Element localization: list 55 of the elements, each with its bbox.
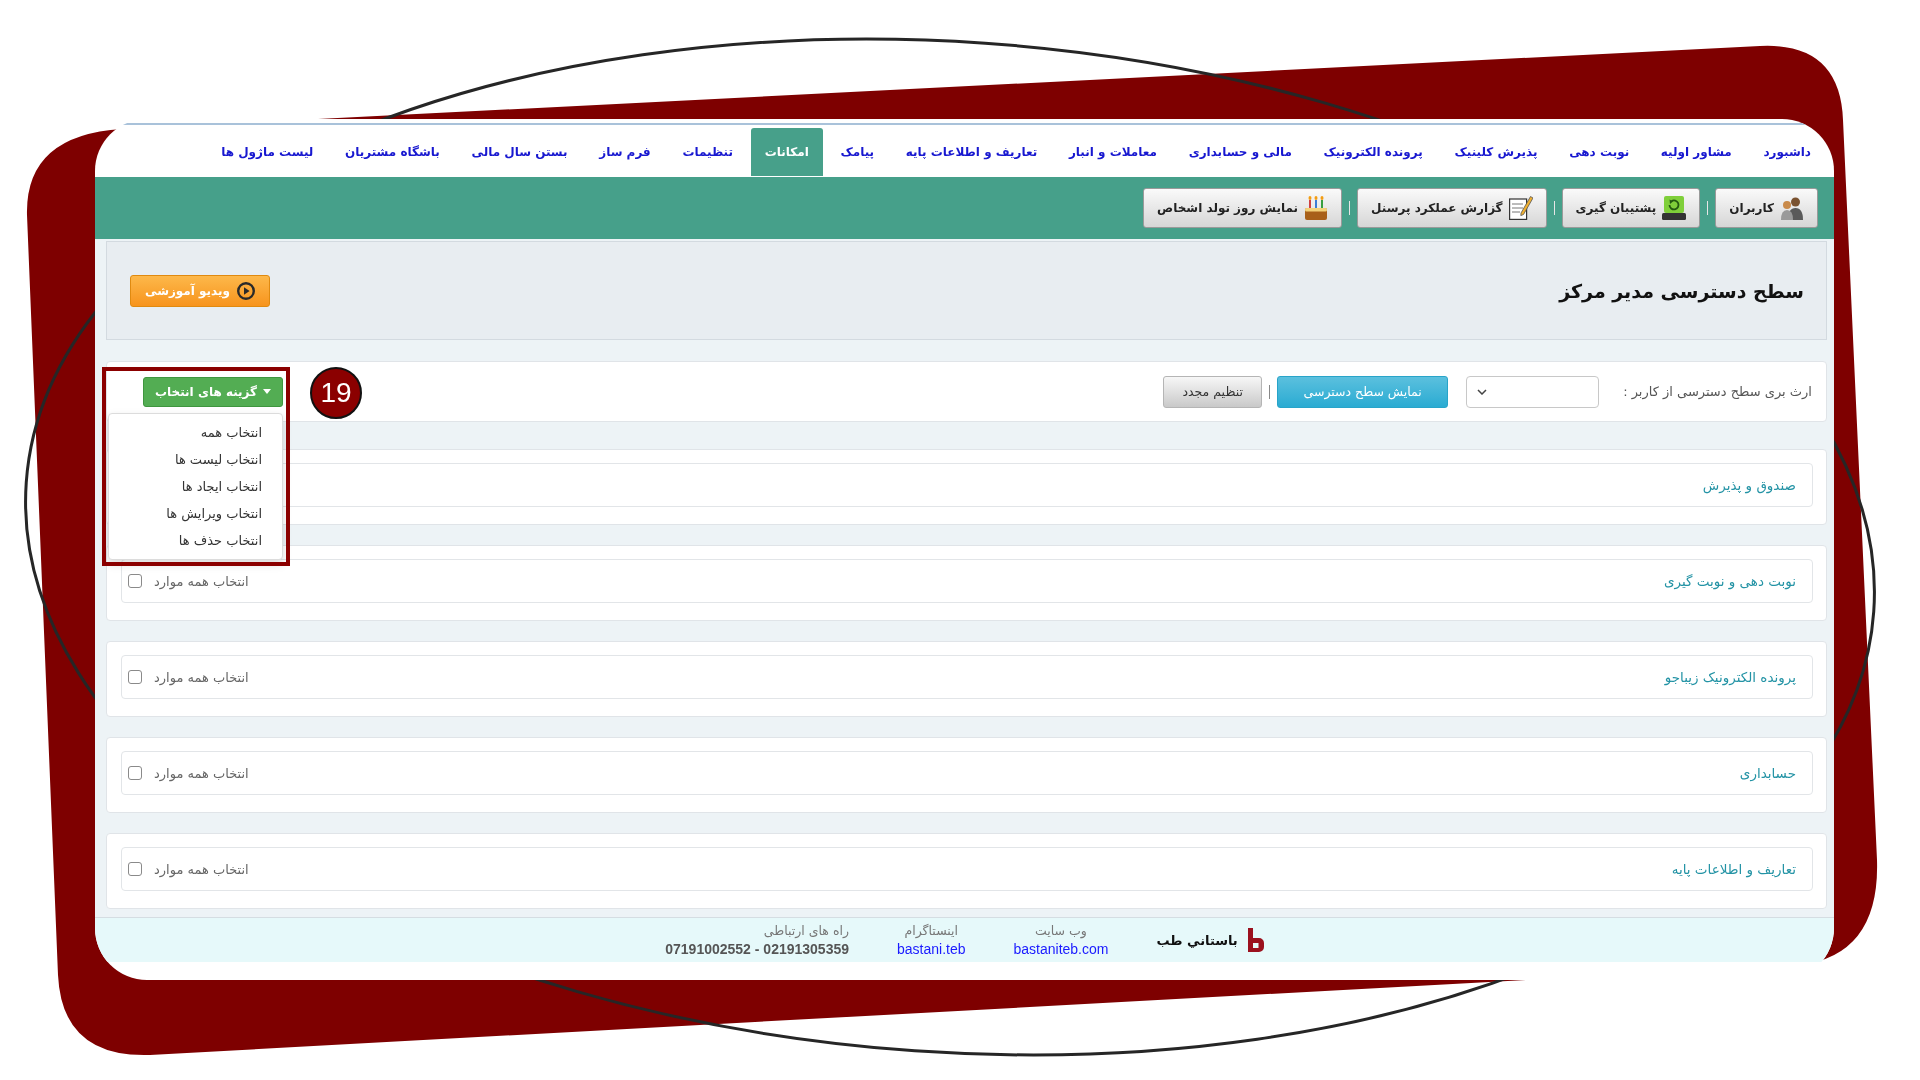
step-badge: 19 <box>310 366 362 419</box>
reset-button[interactable]: تنظیم مجدد <box>1163 375 1263 408</box>
nav-tab[interactable]: معاملات و انبار <box>1054 128 1171 176</box>
footer-link[interactable]: bastaniteb.com <box>1013 941 1109 957</box>
section-title[interactable]: صندوق و پذیرش <box>1702 477 1796 493</box>
menu-item[interactable]: انتخاب همه <box>180 418 282 446</box>
menu-item[interactable]: انتخاب ویرایش ها <box>146 499 282 527</box>
section-title[interactable]: تعاریف و اطلاعات پایه <box>1671 861 1796 877</box>
section-title[interactable]: نوبت دهی و نوبت گیری <box>1663 573 1796 589</box>
checkbox[interactable] <box>128 670 142 684</box>
select-all-label: انتخاب همه موارد <box>154 573 249 589</box>
menu-item[interactable]: انتخاب حذف ها <box>158 526 282 554</box>
section-title[interactable]: حسابداری <box>1739 765 1796 781</box>
nav-tab[interactable]: بستن سال مالی <box>457 128 582 176</box>
nav-tab[interactable]: پیامک <box>826 128 889 176</box>
caret-icon <box>263 389 272 394</box>
cake-icon <box>1304 196 1329 220</box>
inherit-label: ارث بری سطح دسترسی از کاربر : <box>1623 384 1812 399</box>
toolbar-button[interactable]: کاربران <box>1715 188 1818 228</box>
nav-tab[interactable]: لیست ماژول ها <box>207 128 328 176</box>
chevron-down-icon <box>1477 388 1488 395</box>
nav-tab[interactable]: داشبورد <box>1749 128 1825 176</box>
select-all-label: انتخاب همه موارد <box>154 861 249 877</box>
footer-label: اینستاگرام <box>904 923 958 938</box>
menu-item[interactable]: انتخاب ایجاد ها <box>161 472 282 500</box>
drive-icon <box>1662 196 1687 220</box>
nav-tab[interactable]: پرونده الکترونیک <box>1309 128 1437 176</box>
nav-tab[interactable]: مشاور اولیه <box>1646 128 1746 176</box>
notepad-pencil-icon <box>1508 196 1533 220</box>
nav-tab[interactable]: باشگاه مشتریان <box>331 128 454 176</box>
select-all-label: انتخاب همه موارد <box>154 669 249 685</box>
toolbar-button[interactable]: نمایش روز تولد اشخاص <box>1143 188 1343 228</box>
select-all-label: انتخاب همه موارد <box>154 765 249 781</box>
people-icon <box>1780 196 1804 220</box>
nav-tab[interactable]: نوبت دهی <box>1555 128 1644 176</box>
footer-label: راه های ارتباطی <box>763 923 849 938</box>
checkbox[interactable] <box>128 574 142 588</box>
page-title: سطح دسترسی مدیر مرکز <box>1559 279 1804 302</box>
section-title[interactable]: پرونده الکترونیک زیباجو <box>1664 669 1796 685</box>
brand-name: باستاني طب <box>1156 932 1238 948</box>
nav-tab[interactable]: فرم ساز <box>585 128 665 176</box>
checkbox[interactable] <box>128 766 142 780</box>
nav-tab[interactable]: پذیرش کلینیک <box>1440 128 1552 176</box>
play-icon <box>237 281 255 300</box>
toolbar-button[interactable]: پشتیبان گیری <box>1561 188 1701 228</box>
phone-numbers: 07191002552 - 02191305359 <box>665 941 849 957</box>
nav-tab[interactable]: تعاریف و اطلاعات پایه <box>891 128 1052 176</box>
toolbar-button[interactable]: گزارش عملکرد پرسنل <box>1357 188 1547 228</box>
nav-tab[interactable]: تنظیمات <box>668 128 747 176</box>
logo-icon <box>1247 928 1264 952</box>
footer-link[interactable]: bastani.teb <box>897 941 966 957</box>
nav-tab[interactable]: مالی و حسابداری <box>1174 128 1306 176</box>
menu-item[interactable]: انتخاب لیست ها <box>154 445 282 473</box>
footer-label: وب سایت <box>1035 923 1087 938</box>
checkbox[interactable] <box>128 862 142 876</box>
